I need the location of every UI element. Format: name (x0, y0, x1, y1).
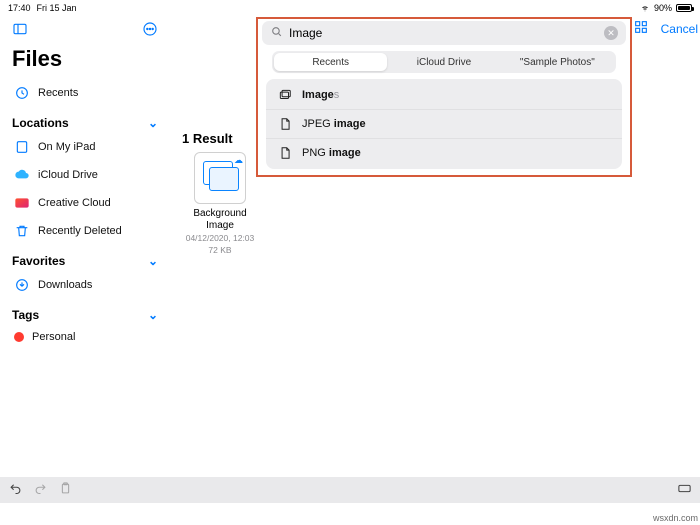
scope-sample-photos[interactable]: "Sample Photos" (501, 53, 614, 71)
status-time: 17:40 (8, 3, 31, 13)
file-icon (278, 117, 292, 131)
file-item[interactable]: ☁︎ Background Image 04/12/2020, 12:03 72… (182, 152, 258, 255)
app-title: Files (10, 46, 160, 78)
sidebar-item-tag-personal[interactable]: Personal (10, 326, 160, 348)
image-stack-icon (278, 88, 292, 102)
status-bar: 17:40 Fri 15 Jan 90% (0, 0, 700, 15)
suggestion-jpeg[interactable]: JPEG image (266, 110, 622, 139)
grid-view-icon[interactable] (629, 19, 653, 38)
file-size: 72 KB (182, 245, 258, 255)
clear-search-icon[interactable]: ✕ (604, 26, 618, 40)
undo-icon[interactable] (8, 481, 23, 499)
file-thumbnail: ☁︎ (194, 152, 246, 204)
search-scope-segmented[interactable]: Recents iCloud Drive "Sample Photos" (272, 51, 616, 73)
tag-dot-icon (14, 332, 24, 342)
search-icon (270, 25, 283, 41)
paste-icon[interactable] (58, 481, 73, 499)
sidebar: Files Recents Locations ⌄ On My iPad iCl… (0, 15, 170, 503)
section-locations[interactable]: Locations ⌄ (10, 108, 160, 132)
bottom-toolbar (0, 477, 700, 503)
file-date: 04/12/2020, 12:03 (182, 233, 258, 243)
sidebar-item-label: Downloads (38, 279, 92, 291)
sidebar-item-creative-cloud[interactable]: Creative Cloud (10, 190, 160, 216)
main-content: ✕ Recents iCloud Drive "Sample Photos" I… (170, 15, 700, 503)
sidebar-item-on-my-ipad[interactable]: On My iPad (10, 134, 160, 160)
redo-icon[interactable] (33, 481, 48, 499)
battery-icon (676, 4, 692, 12)
sidebar-item-icloud-drive[interactable]: iCloud Drive (10, 162, 160, 188)
sidebar-item-label: On My iPad (38, 141, 95, 153)
chevron-down-icon: ⌄ (148, 254, 158, 268)
sidebar-item-recently-deleted[interactable]: Recently Deleted (10, 218, 160, 244)
sidebar-item-label: iCloud Drive (38, 169, 98, 181)
sidebar-item-downloads[interactable]: Downloads (10, 272, 160, 298)
sidebar-item-recents[interactable]: Recents (10, 80, 160, 106)
keyboard-icon[interactable] (677, 481, 692, 499)
search-input[interactable] (289, 26, 598, 40)
scope-icloud-drive[interactable]: iCloud Drive (387, 53, 500, 71)
download-icon (14, 277, 30, 293)
status-date: Fri 15 Jan (37, 3, 77, 13)
creative-cloud-icon (14, 195, 30, 211)
sidebar-item-label: Creative Cloud (38, 197, 111, 209)
section-tags[interactable]: Tags ⌄ (10, 300, 160, 324)
ipad-icon (14, 139, 30, 155)
chevron-down-icon: ⌄ (148, 308, 158, 322)
clock-icon (14, 85, 30, 101)
sidebar-item-label: Recents (38, 87, 78, 99)
file-icon (278, 146, 292, 160)
sidebar-toggle-icon[interactable] (12, 21, 28, 40)
search-suggestions: Images JPEG image PNG image (266, 79, 622, 169)
watermark: wsxdn.com (653, 513, 698, 523)
sidebar-item-label: Personal (32, 331, 75, 343)
section-favorites[interactable]: Favorites ⌄ (10, 246, 160, 270)
scope-recents[interactable]: Recents (274, 53, 387, 71)
search-field[interactable]: ✕ (262, 21, 626, 45)
chevron-down-icon: ⌄ (148, 116, 158, 130)
wifi-icon (640, 4, 650, 12)
sidebar-item-label: Recently Deleted (38, 225, 122, 237)
suggestion-images[interactable]: Images (266, 81, 622, 110)
battery-percent: 90% (654, 3, 672, 13)
file-name: Background Image (182, 208, 258, 231)
more-icon[interactable] (142, 21, 158, 40)
cancel-button[interactable]: Cancel (661, 22, 700, 36)
cloud-icon (14, 167, 30, 183)
cloud-download-icon: ☁︎ (234, 155, 243, 166)
suggestion-png[interactable]: PNG image (266, 139, 622, 167)
search-panel: ✕ Recents iCloud Drive "Sample Photos" I… (256, 17, 632, 177)
trash-icon (14, 223, 30, 239)
